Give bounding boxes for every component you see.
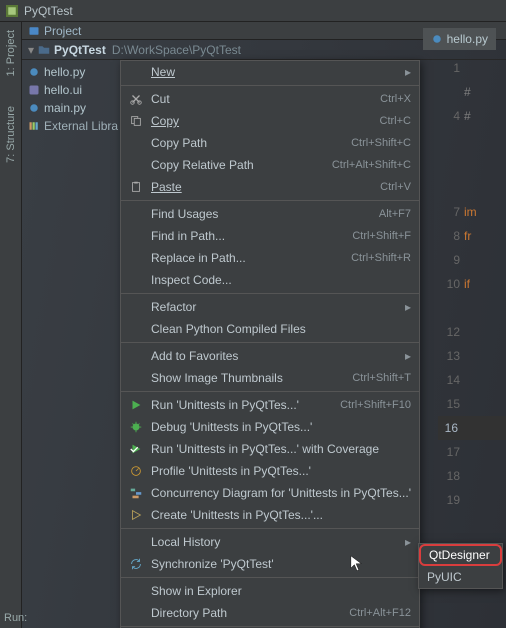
- context-menu: New▸ CutCtrl+X CopyCtrl+C Copy PathCtrl+…: [120, 60, 420, 628]
- menu-add-favorites[interactable]: Add to Favorites▸: [121, 345, 419, 367]
- menu-separator: [121, 293, 419, 294]
- coverage-icon: [129, 442, 143, 456]
- run-icon: [129, 398, 143, 412]
- submenu-qtdesigner[interactable]: QtDesigner: [419, 544, 502, 566]
- menu-inspect-code[interactable]: Inspect Code...: [121, 269, 419, 291]
- folder-icon: [38, 44, 50, 56]
- menu-show-thumbnails[interactable]: Show Image ThumbnailsCtrl+Shift+T: [121, 367, 419, 389]
- run-tool-label[interactable]: Run:: [4, 612, 27, 624]
- editor-gutter: 14789101213141516171819: [438, 56, 460, 512]
- menu-separator: [121, 626, 419, 627]
- cut-icon: [129, 92, 143, 106]
- menu-cut[interactable]: CutCtrl+X: [121, 88, 419, 110]
- menu-find-usages[interactable]: Find UsagesAlt+F7: [121, 203, 419, 225]
- menu-separator: [121, 577, 419, 578]
- menu-copy[interactable]: CopyCtrl+C: [121, 110, 419, 132]
- debug-icon: [129, 420, 143, 434]
- project-name: PyQtTest: [54, 43, 106, 57]
- menu-clean-compiled[interactable]: Clean Python Compiled Files: [121, 318, 419, 340]
- python-file-icon: [28, 102, 40, 114]
- project-panel-label: Project: [44, 24, 81, 38]
- copy-icon: [129, 114, 143, 128]
- paste-icon: [129, 180, 143, 194]
- menu-concurrency[interactable]: Concurrency Diagram for 'Unittests in Py…: [121, 482, 419, 504]
- python-file-icon: [28, 66, 40, 78]
- menu-separator: [121, 200, 419, 201]
- submenu-external-tools: QtDesigner PyUIC: [418, 543, 503, 589]
- project-icon: [28, 25, 40, 37]
- menu-copy-path[interactable]: Copy PathCtrl+Shift+C: [121, 132, 419, 154]
- menu-profile[interactable]: Profile 'Unittests in PyQtTes...': [121, 460, 419, 482]
- submenu-pyuic[interactable]: PyUIC: [419, 566, 502, 588]
- python-file-icon: [431, 33, 443, 45]
- editor-tab-label: hello.py: [447, 32, 488, 46]
- window-title-bar: PyQtTest: [0, 0, 506, 22]
- menu-directory-path[interactable]: Directory PathCtrl+Alt+F12: [121, 602, 419, 624]
- menu-create-run-config[interactable]: Create 'Unittests in PyQtTes...'...: [121, 504, 419, 526]
- menu-local-history[interactable]: Local History▸: [121, 531, 419, 553]
- menu-synchronize[interactable]: Synchronize 'PyQtTest': [121, 553, 419, 575]
- menu-copy-relative-path[interactable]: Copy Relative PathCtrl+Alt+Shift+C: [121, 154, 419, 176]
- menu-show-explorer[interactable]: Show in Explorer: [121, 580, 419, 602]
- menu-separator: [121, 391, 419, 392]
- tool-window-tabs: 1: Project 7: Structure: [0, 22, 22, 628]
- profile-icon: [129, 464, 143, 478]
- chevron-right-icon: ▸: [405, 349, 411, 363]
- menu-new[interactable]: New▸: [121, 61, 419, 83]
- chevron-right-icon: ▸: [405, 300, 411, 314]
- menu-run[interactable]: Run 'Unittests in PyQtTes...'Ctrl+Shift+…: [121, 394, 419, 416]
- menu-separator: [121, 528, 419, 529]
- chevron-right-icon: ▸: [405, 65, 411, 79]
- create-run-icon: [129, 508, 143, 522]
- ui-file-icon: [28, 84, 40, 96]
- menu-run-coverage[interactable]: Run 'Unittests in PyQtTes...' with Cover…: [121, 438, 419, 460]
- chevron-down-icon[interactable]: ▾: [28, 43, 34, 57]
- menu-separator: [121, 85, 419, 86]
- window-title: PyQtTest: [24, 4, 73, 18]
- editor-preview: ##imfrif: [458, 56, 506, 512]
- menu-separator: [121, 342, 419, 343]
- sync-icon: [129, 557, 143, 571]
- menu-find-in-path[interactable]: Find in Path...Ctrl+Shift+F: [121, 225, 419, 247]
- project-path: D:\WorkSpace\PyQtTest: [112, 43, 241, 57]
- library-icon: [28, 120, 40, 132]
- chevron-right-icon: ▸: [405, 535, 411, 549]
- app-icon: [6, 5, 18, 17]
- menu-paste[interactable]: PasteCtrl+V: [121, 176, 419, 198]
- tab-structure[interactable]: 7: Structure: [5, 106, 17, 163]
- tab-project[interactable]: 1: Project: [5, 30, 17, 76]
- menu-refactor[interactable]: Refactor▸: [121, 296, 419, 318]
- concurrency-icon: [129, 486, 143, 500]
- editor-tab[interactable]: hello.py: [423, 28, 496, 50]
- menu-replace-in-path[interactable]: Replace in Path...Ctrl+Shift+R: [121, 247, 419, 269]
- menu-debug[interactable]: Debug 'Unittests in PyQtTes...': [121, 416, 419, 438]
